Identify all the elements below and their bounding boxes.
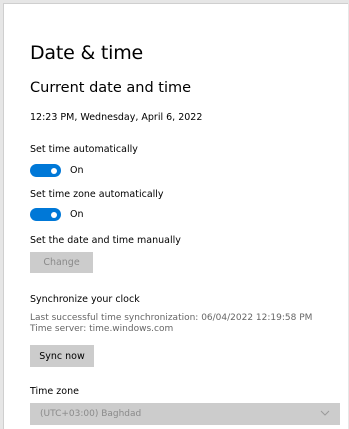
auto-time-label: Set time automatically — [30, 144, 138, 155]
sync-now-button[interactable]: Sync now — [30, 345, 94, 367]
timezone-label: Time zone — [30, 386, 79, 397]
auto-timezone-label: Set time zone automatically — [30, 189, 164, 200]
section-heading: Current date and time — [30, 80, 192, 96]
toggle-knob — [51, 211, 57, 218]
manual-datetime-label: Set the date and time manually — [30, 235, 181, 246]
auto-timezone-state: On — [70, 209, 84, 220]
auto-time-state: On — [70, 165, 84, 176]
auto-timezone-toggle[interactable] — [30, 208, 61, 221]
timezone-select[interactable]: (UTC+03:00) Baghdad — [30, 403, 340, 425]
auto-time-toggle[interactable] — [30, 164, 61, 177]
settings-panel: Date & time Current date and time 12:23 … — [3, 3, 348, 429]
change-button[interactable]: Change — [30, 252, 93, 273]
toggle-knob — [51, 167, 57, 174]
timezone-selected-value: (UTC+03:00) Baghdad — [40, 409, 142, 419]
sync-heading: Synchronize your clock — [30, 294, 140, 305]
last-sync-text: Last successful time synchronization: 06… — [30, 313, 313, 323]
page-title: Date & time — [30, 42, 144, 64]
current-datetime: 12:23 PM, Wednesday, April 6, 2022 — [30, 112, 203, 123]
chevron-down-icon — [320, 410, 330, 416]
time-server-text: Time server: time.windows.com — [30, 324, 174, 334]
